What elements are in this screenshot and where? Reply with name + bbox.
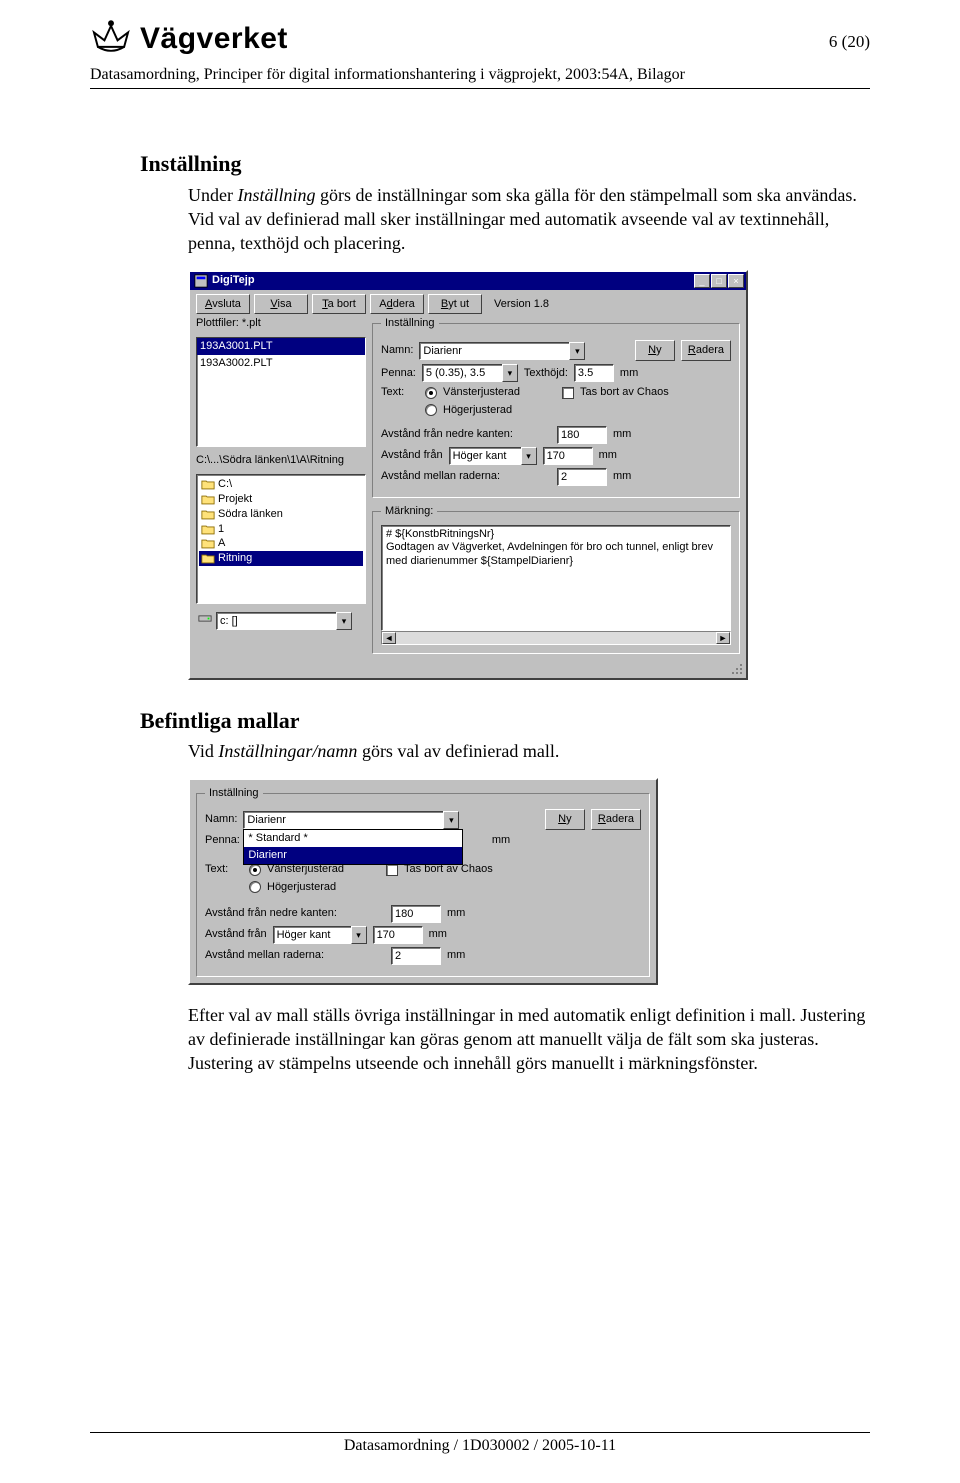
avst-nedre-label: Avstånd från nedre kanten: (381, 427, 551, 442)
tabort-button[interactable]: Ta bort (312, 294, 366, 315)
minimize-button[interactable]: _ (694, 274, 710, 288)
vansterjusterad-radio[interactable] (425, 387, 437, 399)
brand-name: Vägverket (140, 22, 288, 56)
dropdown-option[interactable]: * Standard * (244, 830, 462, 847)
texthojd-label: Texthöjd: (524, 366, 568, 381)
closing-paragraph: Efter val av mall ställs övriga inställn… (188, 1003, 870, 1076)
brand-logo: Vägverket (90, 18, 288, 60)
penna-label: Penna: (381, 366, 416, 381)
addera-button[interactable]: Addera (370, 294, 424, 315)
hogerjusterad-radio[interactable] (249, 881, 261, 893)
ny-button[interactable]: Ny (635, 340, 675, 361)
avst-rad-input[interactable]: 2 (557, 468, 607, 486)
folder-tree[interactable]: C:\ Projekt Södra länken 1 A Ritning (196, 474, 366, 604)
doc-meta: Datasamordning, Principer för digital in… (90, 66, 870, 84)
crown-icon (90, 18, 132, 60)
penna-label: Penna: (205, 833, 240, 848)
bytut-button[interactable]: Byt ut (428, 294, 482, 315)
horizontal-scrollbar[interactable]: ◄ ► (381, 631, 731, 645)
texthojd-input[interactable]: 3.5 (574, 364, 614, 382)
tasbort-checkbox[interactable] (386, 864, 398, 876)
plotfiles-listbox[interactable]: 193A3001.PLT 193A3002.PLT (196, 337, 366, 447)
text-label: Text: (381, 385, 419, 400)
page-number: 6 (20) (829, 32, 870, 52)
installning-group: Inställning Namn: Diarienr Ny Radera Pen… (372, 316, 740, 497)
text-label: Text: (205, 862, 243, 877)
maximize-button[interactable]: □ (711, 274, 727, 288)
footer-text: Datasamordning / 1D030002 / 2005-10-11 (90, 1437, 870, 1455)
version-label: Version 1.8 (494, 297, 549, 312)
avst-rad-label: Avstånd mellan raderna: (205, 948, 385, 963)
avst-rad-label: Avstånd mellan raderna: (381, 469, 551, 484)
radera-button[interactable]: Radera (591, 809, 641, 830)
list-item[interactable]: 193A3002.PLT (197, 355, 365, 372)
avst-nedre-label: Avstånd från nedre kanten: (205, 906, 385, 921)
window-title: DigiTejp (212, 273, 255, 288)
markning-legend: Märkning: (381, 504, 437, 519)
section-heading-installning: Inställning (140, 149, 870, 179)
plotfiles-label: Plottfiler: *.plt (196, 316, 366, 331)
section2-paragraph: Vid Inställningar/namn görs val av defin… (188, 739, 870, 763)
vansterjusterad-radio[interactable] (249, 864, 261, 876)
avsluta-button[interactable]: AAvslutavsluta (196, 294, 250, 315)
avst-fran-input[interactable]: 170 (543, 447, 593, 465)
header-divider (90, 88, 870, 89)
markning-group: Märkning: # ${KonstbRitningsNr} Godtagen… (372, 504, 740, 654)
resize-grip-icon[interactable] (190, 660, 746, 678)
group-legend: Inställning (381, 316, 439, 331)
avst-fran-label: Avstånd från (205, 927, 267, 942)
tasbort-label: Tas bort av Chaos (580, 385, 669, 400)
chevron-down-icon[interactable] (569, 342, 585, 360)
app-icon (194, 274, 208, 288)
dropdown-option[interactable]: Diarienr (244, 847, 462, 864)
group-legend: Inställning (205, 786, 263, 801)
penna-combo[interactable]: 5 (0.35), 3.5 (422, 364, 518, 382)
hogerjusterad-radio[interactable] (425, 404, 437, 416)
ny-button[interactable]: Ny (545, 809, 585, 830)
radera-button[interactable]: Radera (681, 340, 731, 361)
digitejp-window: DigiTejp _ □ × AAvslutavsluta Visa Ta bo… (188, 270, 748, 680)
avst-rad-input[interactable]: 2 (391, 947, 441, 965)
close-button[interactable]: × (728, 274, 744, 288)
namn-label: Namn: (205, 812, 237, 827)
chevron-down-icon[interactable] (521, 447, 537, 465)
drive-combo[interactable]: c: [] (216, 612, 352, 630)
avst-fran-label: Avstånd från (381, 448, 443, 463)
avst-nedre-input[interactable]: 180 (391, 905, 441, 923)
avst-fran-combo[interactable]: Höger kant (273, 926, 367, 944)
hogerjusterad-label: Högerjusterad (443, 403, 512, 418)
mm-label: mm (620, 366, 638, 381)
chevron-down-icon[interactable] (351, 926, 367, 944)
visa-button[interactable]: Visa (254, 294, 308, 315)
namn-dropdown-list[interactable]: * Standard * Diarienr (243, 829, 463, 865)
section-heading-befintliga: Befintliga mallar (140, 706, 870, 736)
chevron-down-icon[interactable] (336, 612, 352, 630)
avst-nedre-input[interactable]: 180 (557, 426, 607, 444)
list-item[interactable]: 193A3001.PLT (197, 338, 365, 355)
markning-textarea[interactable]: # ${KonstbRitningsNr} Godtagen av Vägver… (381, 525, 731, 631)
scroll-left-icon[interactable]: ◄ (382, 632, 396, 644)
section1-paragraph: Under Inställning görs de inställningar … (188, 183, 870, 256)
avst-fran-input[interactable]: 170 (373, 926, 423, 944)
chevron-down-icon[interactable] (443, 811, 459, 829)
scroll-right-icon[interactable]: ► (716, 632, 730, 644)
installning-panel: Inställning Namn: Diarienr * Standard * … (188, 778, 658, 985)
tasbort-checkbox[interactable] (562, 387, 574, 399)
footer-divider (90, 1432, 870, 1433)
chevron-down-icon[interactable] (502, 364, 518, 382)
avst-fran-combo[interactable]: Höger kant (449, 447, 537, 465)
vansterjusterad-label: Vänsterjusterad (443, 385, 520, 400)
namn-combo[interactable]: Diarienr * Standard * Diarienr (243, 811, 459, 829)
namn-combo[interactable]: Diarienr (419, 342, 585, 360)
namn-label: Namn: (381, 343, 413, 358)
drive-icon (198, 613, 212, 629)
folder-path-label: C:\...\Södra länken\1\A\Ritning (196, 453, 366, 468)
